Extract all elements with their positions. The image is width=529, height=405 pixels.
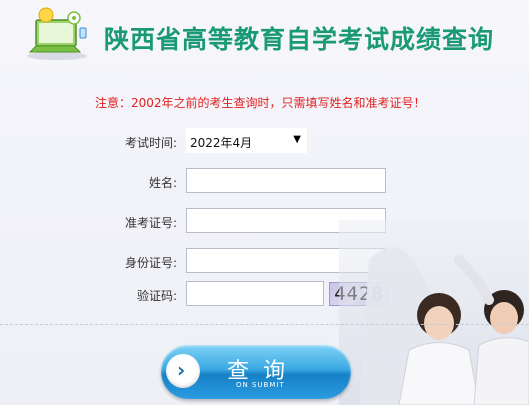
exam-time-row: 考试时间: 2022年4月 ▼ [0, 128, 529, 154]
exam-time-select[interactable]: 2022年4月 ▼ [186, 128, 307, 153]
submit-sub-label: ON SUBMIT [236, 381, 285, 389]
name-row: 姓名: [0, 168, 529, 194]
students-photo [339, 220, 529, 405]
notice-text: 注意：2002年之前的考生查询时，只需填写姓名和准考证号！ [95, 96, 426, 110]
ticket-label: 准考证号: [124, 216, 177, 230]
captcha-input[interactable] [186, 281, 324, 306]
captcha-label: 验证码: [136, 289, 177, 303]
id-card-label: 身份证号: [124, 256, 177, 270]
exam-time-value: 2022年4月 [190, 136, 253, 150]
divider [0, 324, 529, 325]
header: 陕西省高等教育自学考试成绩查询 [0, 0, 529, 70]
dropdown-arrow-icon: ▼ [293, 134, 301, 145]
submit-button[interactable]: › 查询 ON SUBMIT [161, 345, 351, 399]
computer-logo-icon [27, 7, 87, 60]
arrow-right-icon: › [166, 354, 200, 388]
name-input[interactable] [186, 168, 386, 193]
page-title: 陕西省高等教育自学考试成绩查询 [104, 25, 495, 54]
exam-time-label: 考试时间: [124, 136, 177, 150]
name-label: 姓名: [148, 176, 177, 190]
